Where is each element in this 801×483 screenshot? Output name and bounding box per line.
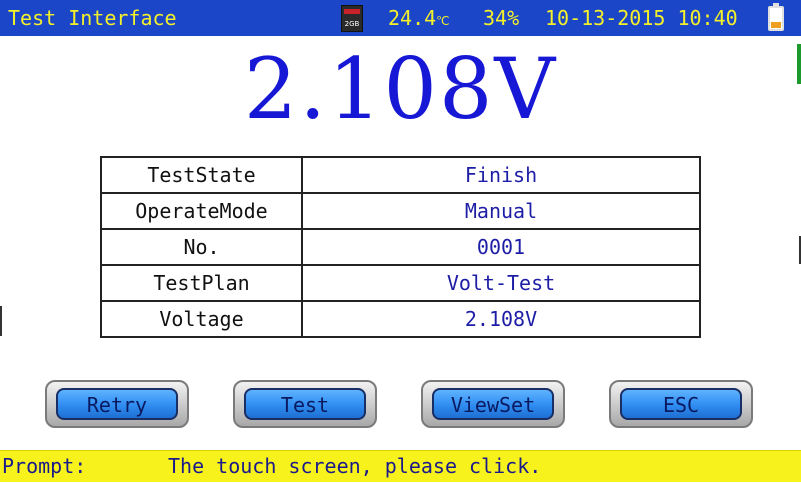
side-tick bbox=[0, 306, 2, 336]
app-title: Test Interface bbox=[8, 6, 177, 30]
prompt-message: The touch screen, please click. bbox=[168, 454, 542, 478]
row-label: Voltage bbox=[100, 300, 303, 338]
table-row: Voltage 2.108V bbox=[100, 300, 701, 338]
esc-button[interactable]: ESC bbox=[609, 380, 753, 428]
viewset-button-label[interactable]: ViewSet bbox=[432, 388, 554, 420]
test-button[interactable]: Test bbox=[233, 380, 377, 428]
row-value: 0001 bbox=[301, 228, 701, 266]
table-row: OperateMode Manual bbox=[100, 192, 701, 230]
sd-card-icon: 2GB bbox=[341, 5, 363, 32]
title-bar: Test Interface 2GB 24.4℃ 34% 10-13-2015 … bbox=[0, 0, 801, 36]
row-label: No. bbox=[100, 228, 303, 266]
battery-icon bbox=[768, 3, 784, 31]
esc-button-label[interactable]: ESC bbox=[620, 388, 742, 420]
time: 10:40 bbox=[677, 6, 738, 30]
row-label: TestPlan bbox=[100, 264, 303, 302]
test-button-label[interactable]: Test bbox=[244, 388, 366, 420]
temperature-unit: ℃ bbox=[436, 14, 450, 28]
battery-percent: 34% bbox=[483, 6, 520, 30]
date-time: 10-13-2015 10:40 bbox=[545, 0, 738, 36]
sd-card-label: 2GB bbox=[344, 20, 360, 28]
battery-nub bbox=[773, 3, 779, 6]
viewset-button[interactable]: ViewSet bbox=[421, 380, 565, 428]
retry-button-label[interactable]: Retry bbox=[56, 388, 178, 420]
main-reading: 2.108V bbox=[243, 40, 558, 138]
date: 10-13-2015 bbox=[545, 6, 666, 30]
table-row: TestPlan Volt-Test bbox=[100, 264, 701, 302]
prompt-bar: Prompt: The touch screen, please click. bbox=[0, 450, 801, 482]
table-row: TestState Finish bbox=[100, 156, 701, 194]
row-label: TestState bbox=[100, 156, 303, 194]
row-value: Finish bbox=[301, 156, 701, 194]
prompt-label: Prompt: bbox=[2, 454, 87, 478]
row-value: Manual bbox=[301, 192, 701, 230]
table-row: No. 0001 bbox=[100, 228, 701, 266]
row-value: Volt-Test bbox=[301, 264, 701, 302]
sd-card-stripe bbox=[344, 9, 360, 14]
row-label: OperateMode bbox=[100, 192, 303, 230]
retry-button[interactable]: Retry bbox=[45, 380, 189, 428]
battery-fill bbox=[771, 22, 781, 28]
info-table: TestState Finish OperateMode Manual No. … bbox=[100, 156, 701, 338]
temperature-value: 24.4 bbox=[388, 6, 437, 30]
row-value: 2.108V bbox=[301, 300, 701, 338]
